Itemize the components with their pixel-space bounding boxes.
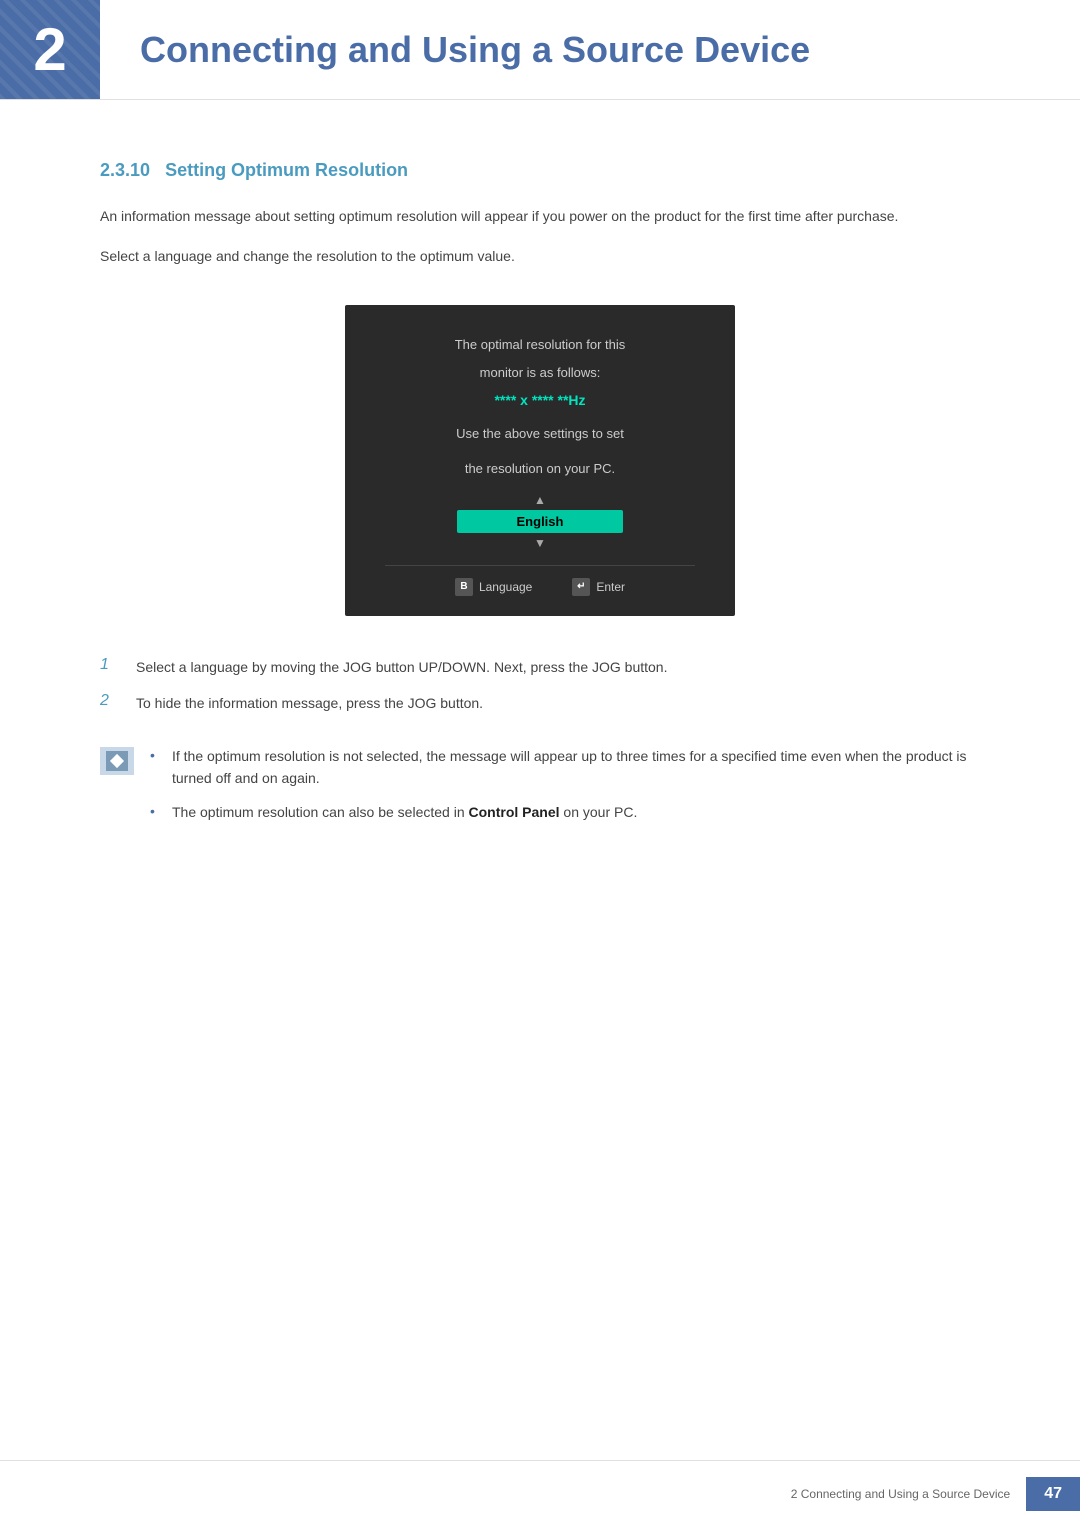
arrow-down-icon: ▼ (534, 537, 546, 549)
step-2: 2 To hide the information message, press… (100, 692, 980, 714)
intro-paragraph-2: Select a language and change the resolut… (100, 245, 980, 269)
notes-list: • If the optimum resolution is not selec… (150, 745, 980, 836)
intro-paragraph-1: An information message about setting opt… (100, 205, 980, 229)
dialog-instruction2: the resolution on your PC. (385, 459, 695, 480)
bullet-2: • (150, 803, 162, 819)
step-1: 1 Select a language by moving the JOG bu… (100, 656, 980, 678)
footer-chapter-text: 2 Connecting and Using a Source Device (791, 1487, 1010, 1501)
chapter-number-block: 2 (0, 0, 100, 99)
bullet-1: • (150, 747, 162, 763)
section-number: 2.3.10 (100, 160, 150, 180)
page-footer: 2 Connecting and Using a Source Device 4… (0, 1460, 1080, 1527)
arrow-up-icon: ▲ (534, 494, 546, 506)
chapter-number: 2 (33, 15, 66, 84)
notes-section: • If the optimum resolution is not selec… (100, 745, 980, 836)
enter-icon: ↵ (572, 578, 590, 596)
footer-enter-label: Enter (596, 580, 625, 594)
step-1-number: 1 (100, 656, 120, 674)
note-text-2: The optimum resolution can also be selec… (172, 801, 637, 823)
dialog-resolution: **** x **** **Hz (385, 392, 695, 408)
footer-language-label: Language (479, 580, 532, 594)
note-item-1: • If the optimum resolution is not selec… (150, 745, 980, 790)
header-title-block: Connecting and Using a Source Device (100, 0, 1080, 99)
footer-enter-item: ↵ Enter (572, 578, 625, 596)
steps-list: 1 Select a language by moving the JOG bu… (100, 656, 980, 715)
footer-language-item: B Language (455, 578, 532, 596)
language-icon: B (455, 578, 473, 596)
dialog-line2: monitor is as follows: (385, 363, 695, 384)
step-2-text: To hide the information message, press t… (136, 692, 483, 714)
dialog-line1: The optimal resolution for this (385, 335, 695, 356)
selected-language: English (457, 510, 624, 533)
note-icon-inner (106, 751, 128, 771)
note-icon (100, 747, 134, 775)
main-content: 2.3.10 Setting Optimum Resolution An inf… (0, 100, 1080, 916)
page-number-badge: 47 (1026, 1477, 1080, 1511)
section-title: Setting Optimum Resolution (165, 160, 408, 180)
step-1-text: Select a language by moving the JOG butt… (136, 656, 667, 678)
pencil-icon (110, 753, 124, 767)
note-text-1: If the optimum resolution is not selecte… (172, 745, 980, 790)
section-heading: 2.3.10 Setting Optimum Resolution (100, 160, 980, 181)
dialog-footer: B Language ↵ Enter (385, 565, 695, 596)
language-selector: ▲ English ▼ (385, 494, 695, 549)
dialog-instruction1: Use the above settings to set (385, 424, 695, 445)
page-header: 2 Connecting and Using a Source Device (0, 0, 1080, 100)
monitor-dialog-wrapper: The optimal resolution for this monitor … (100, 305, 980, 616)
step-2-number: 2 (100, 692, 120, 710)
note-item-2: • The optimum resolution can also be sel… (150, 801, 980, 823)
monitor-dialog: The optimal resolution for this monitor … (345, 305, 735, 616)
chapter-title: Connecting and Using a Source Device (140, 29, 810, 71)
